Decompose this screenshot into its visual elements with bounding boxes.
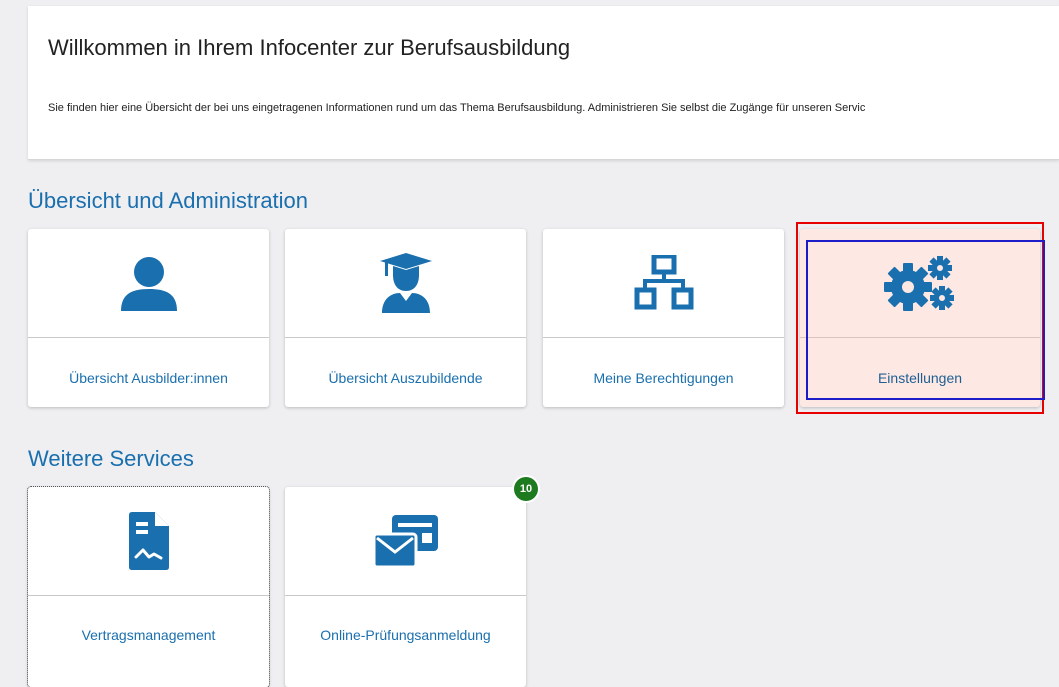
tile-label: Übersicht Auszubildende bbox=[328, 370, 483, 386]
section-title-services: Weitere Services bbox=[28, 446, 194, 471]
contract-icon bbox=[28, 487, 269, 595]
notification-count-badge: 10 bbox=[514, 477, 538, 501]
tile-ausbilder[interactable]: Übersicht Ausbilder:innen bbox=[28, 229, 269, 407]
tile-label: Meine Berechtigungen bbox=[593, 370, 734, 386]
tile-label: Online-Prüfungsanmeldung bbox=[320, 627, 491, 643]
tile-label: Übersicht Ausbilder:innen bbox=[69, 370, 228, 386]
welcome-text: Sie finden hier eine Übersicht der bei u… bbox=[48, 102, 866, 114]
tile-divider bbox=[285, 595, 526, 596]
tile-vertragsmanagement[interactable]: Vertragsmanagement bbox=[27, 486, 270, 687]
user-icon bbox=[28, 229, 269, 337]
tile-label: Einstellungen bbox=[877, 370, 963, 386]
tile-divider bbox=[28, 337, 269, 338]
tile-berechtigungen[interactable]: Meine Berechtigungen bbox=[543, 229, 784, 407]
welcome-card: Willkommen in Ihrem Infocenter zur Beruf… bbox=[28, 6, 1059, 160]
mail-card-icon bbox=[285, 487, 526, 595]
tile-einstellungen[interactable]: Einstellungen bbox=[800, 229, 1040, 407]
sitemap-icon bbox=[543, 229, 784, 337]
cogs-icon bbox=[800, 229, 1040, 337]
section-title-administration: Übersicht und Administration bbox=[28, 188, 309, 213]
tile-divider bbox=[543, 337, 784, 338]
graduate-icon bbox=[285, 229, 526, 337]
tile-divider bbox=[800, 337, 1040, 338]
welcome-title: Willkommen in Ihrem Infocenter zur Beruf… bbox=[48, 35, 571, 60]
tile-label: Vertragsmanagement bbox=[81, 627, 216, 643]
tile-divider bbox=[285, 337, 526, 338]
tile-divider bbox=[28, 595, 269, 596]
tile-pruefungsanmeldung[interactable]: Online-Prüfungsanmeldung bbox=[285, 487, 526, 687]
tile-auszubildende[interactable]: Übersicht Auszubildende bbox=[285, 229, 526, 407]
